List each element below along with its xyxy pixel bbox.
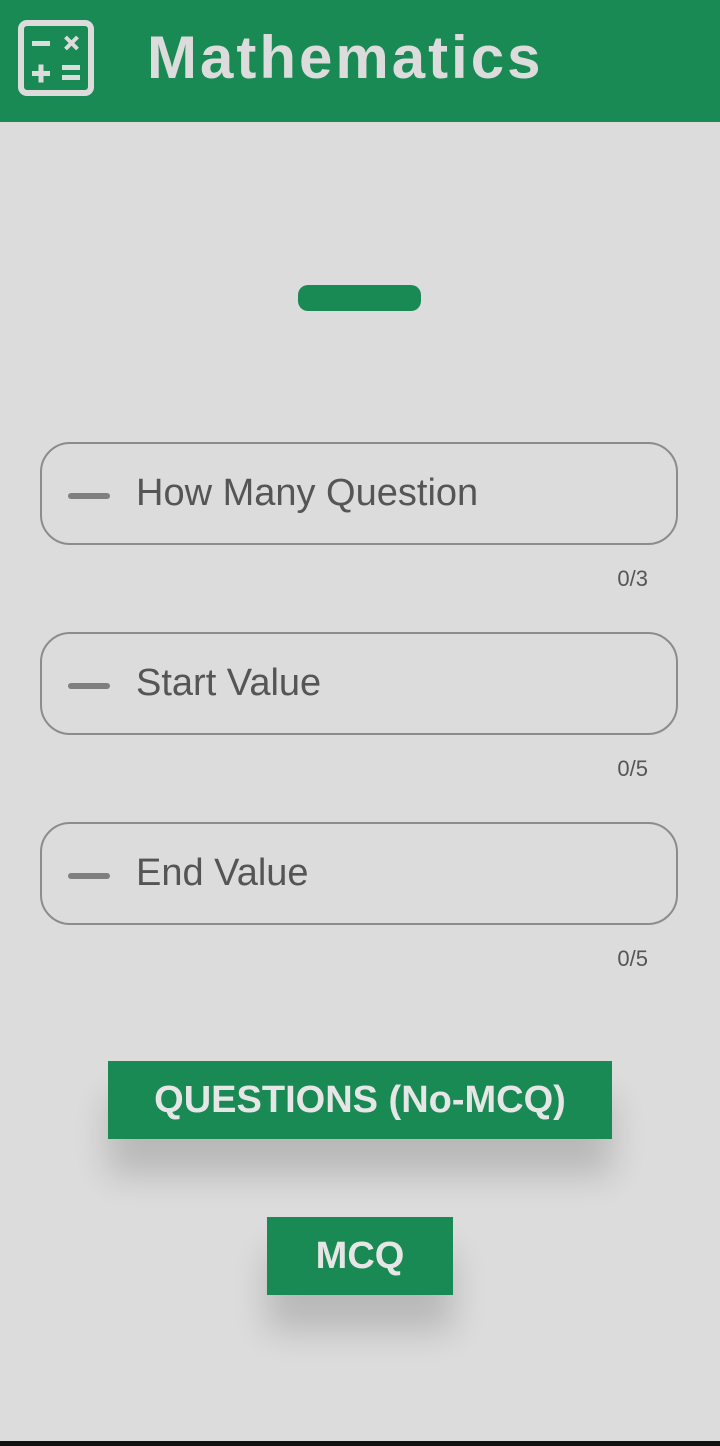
end-value-input[interactable] (136, 824, 656, 923)
minus-icon (68, 493, 110, 499)
calculator-icon (18, 20, 94, 96)
start-value-counter: 0/5 (617, 756, 648, 781)
app-bar: Mathematics (0, 0, 720, 122)
questions-no-mcq-button[interactable]: QUESTIONS (No-MCQ) (108, 1061, 612, 1139)
how-many-question-field[interactable] (40, 442, 678, 545)
minus-icon (68, 873, 110, 879)
end-value-counter: 0/5 (617, 946, 648, 971)
how-many-question-input[interactable] (136, 444, 656, 543)
bottom-edge (0, 1441, 720, 1446)
mcq-button[interactable]: MCQ (267, 1217, 453, 1295)
progress-indicator (298, 285, 421, 311)
app-title: Mathematics (147, 24, 544, 91)
start-value-input[interactable] (136, 634, 656, 733)
how-many-question-counter: 0/3 (617, 566, 648, 591)
minus-icon (68, 683, 110, 689)
start-value-field[interactable] (40, 632, 678, 735)
end-value-field[interactable] (40, 822, 678, 925)
